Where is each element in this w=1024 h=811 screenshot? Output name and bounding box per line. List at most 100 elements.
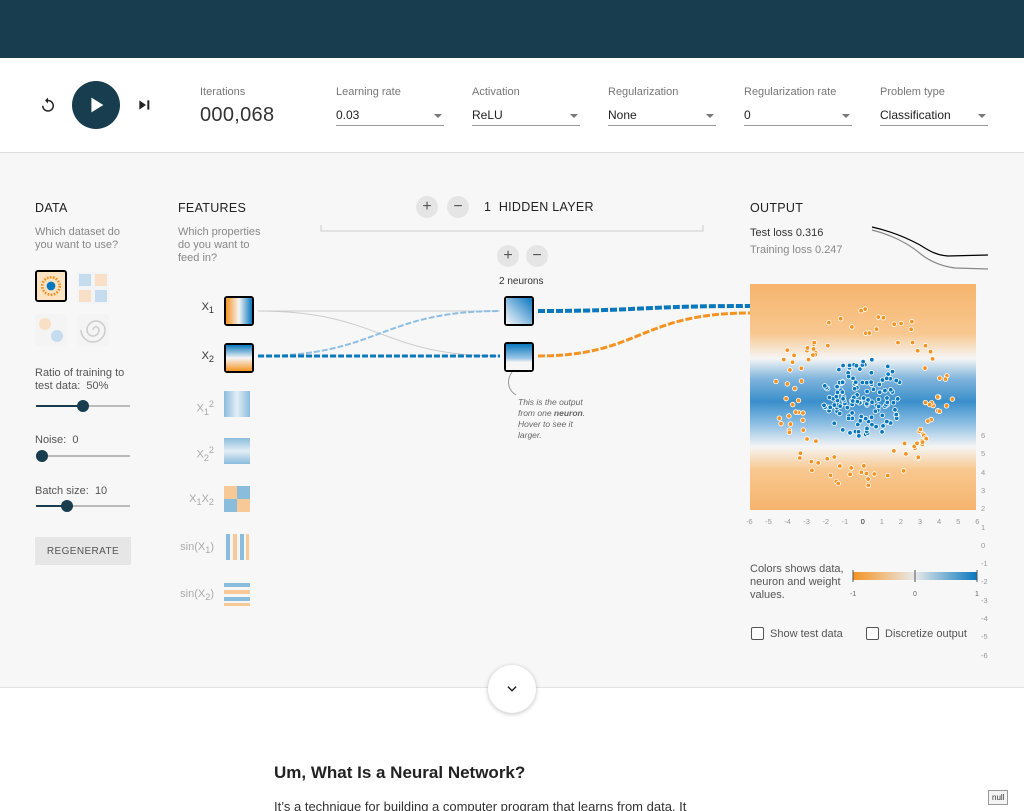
feature-x1-squared-node[interactable]: [224, 391, 254, 421]
data-point: [890, 400, 897, 406]
feature-x2-node[interactable]: [224, 343, 254, 373]
data-point: [884, 399, 891, 406]
play-button[interactable]: [72, 81, 120, 129]
feature-label-x1x2: X1X2: [189, 493, 214, 508]
data-point: [892, 407, 898, 413]
feature-sin-x1-node[interactable]: [224, 534, 254, 564]
ratio-slider[interactable]: [36, 399, 130, 413]
output-heatmap: [750, 284, 976, 510]
link-x1-h2: [257, 310, 501, 357]
link-h2-output: [537, 311, 751, 358]
debug-badge: null: [988, 790, 1009, 805]
x-tick-label: 2: [898, 517, 903, 526]
data-point: [856, 433, 862, 439]
data-point: [783, 395, 789, 402]
data-point: [895, 396, 901, 402]
regularization-rate-select[interactable]: 0: [744, 104, 852, 126]
data-point: [798, 365, 805, 371]
feature-x1-node[interactable]: [224, 296, 254, 326]
legend-tick-max: 1: [975, 591, 979, 598]
learning-rate-select[interactable]: 0.03: [336, 104, 444, 126]
step-button[interactable]: [132, 93, 156, 117]
data-point: [885, 363, 891, 370]
loss-curve-chart: [871, 226, 988, 270]
remove-neuron-button[interactable]: −: [526, 245, 548, 267]
regenerate-button[interactable]: REGENERATE: [35, 537, 131, 565]
slider-knob[interactable]: [36, 450, 48, 462]
feature-x1-heatmap: [226, 298, 252, 324]
data-point: [858, 413, 864, 420]
discretize-output-checkbox[interactable]: Discretize output: [866, 627, 967, 640]
add-neuron-button[interactable]: +: [497, 245, 519, 267]
xor-dataset-icon: [77, 272, 109, 304]
data-point: [885, 472, 891, 479]
show-test-data-checkbox[interactable]: Show test data: [751, 627, 843, 640]
checkbox-box[interactable]: [866, 627, 879, 640]
regularization-select[interactable]: None: [608, 104, 716, 126]
x-tick-label: -1: [841, 517, 849, 526]
color-legend-bar: [852, 570, 978, 582]
data-point: [797, 450, 804, 456]
add-layer-button[interactable]: +: [416, 196, 438, 218]
feature-x1x2-node[interactable]: [224, 486, 254, 516]
noise-label-block: Noise: 0: [35, 434, 78, 447]
reset-button[interactable]: [36, 93, 60, 117]
top-header-bar: [0, 0, 1024, 58]
activation-label: Activation: [472, 86, 520, 98]
output-title: OUTPUT: [750, 201, 804, 215]
hidden-neuron-2[interactable]: [504, 342, 534, 372]
checkbox-box[interactable]: [751, 627, 764, 640]
activation-select[interactable]: ReLU: [472, 104, 580, 126]
y-tick-label: 2: [981, 504, 986, 514]
data-point: [836, 410, 843, 417]
data-point: [839, 379, 846, 386]
remove-layer-button[interactable]: −: [447, 196, 469, 218]
dataset-circle-thumb[interactable]: [35, 270, 67, 302]
test-loss-label: Test loss: [750, 227, 793, 239]
feature-label-x2: X2: [201, 350, 214, 365]
dataset-xor-thumb[interactable]: [77, 272, 109, 304]
data-point: [792, 385, 798, 392]
hidden-neuron-1[interactable]: [504, 296, 534, 326]
data-point: [854, 398, 861, 405]
problem-type-select[interactable]: Classification: [880, 104, 988, 126]
noise-slider[interactable]: [36, 449, 130, 463]
data-point: [872, 408, 879, 414]
data-point: [845, 373, 852, 380]
data-point: [858, 307, 864, 314]
data-point: [900, 468, 907, 474]
data-point: [811, 339, 817, 346]
features-title: FEATURES: [178, 201, 247, 215]
data-point: [869, 399, 875, 405]
data-point: [893, 377, 899, 384]
feature-label-x1-squared: X12: [196, 399, 214, 417]
feature-x1x2-heatmap: [224, 486, 250, 512]
data-point: [876, 381, 883, 388]
feature-x2-squared-node[interactable]: [224, 438, 254, 468]
feature-sin-x2-node[interactable]: [224, 581, 254, 611]
data-point: [888, 387, 894, 393]
playground-workspace: DATA Which dataset do you want to use? R…: [0, 153, 1024, 688]
data-point: [837, 463, 843, 469]
data-point: [800, 417, 806, 423]
data-point: [857, 366, 863, 372]
scroll-down-button[interactable]: [488, 665, 536, 713]
y-tick-label: 1: [981, 522, 986, 532]
feature-x2-heatmap: [226, 345, 252, 371]
article-heading: Um, What Is a Neural Network?: [274, 763, 526, 782]
feature-label-sin-x1: sin(X1): [180, 541, 214, 556]
data-point: [773, 378, 779, 385]
batch-slider[interactable]: [36, 499, 130, 513]
dataset-spiral-thumb[interactable]: [77, 314, 109, 346]
slider-knob[interactable]: [61, 500, 73, 512]
data-point: [876, 403, 882, 410]
data-point: [789, 359, 796, 365]
network-layer-bracket: [320, 225, 704, 232]
data-point: [844, 404, 851, 411]
test-loss-curve: [871, 226, 988, 257]
data-point: [925, 418, 931, 424]
y-tick-label: 4: [981, 467, 986, 477]
x-tick-label: 1: [879, 517, 884, 526]
dataset-gaussian-thumb[interactable]: [35, 314, 67, 346]
slider-knob[interactable]: [77, 400, 89, 412]
